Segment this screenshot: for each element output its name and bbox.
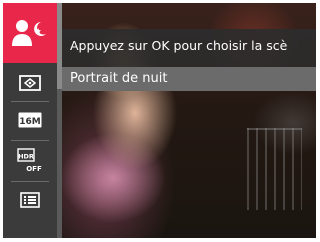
sidebar-divider	[11, 181, 49, 182]
sidebar-divider	[11, 101, 49, 102]
sidebar-item-hdr[interactable]: HDR OFF	[3, 146, 57, 176]
night-portrait-icon	[12, 20, 46, 46]
option-label: Portrait de nuit	[70, 71, 168, 86]
svg-text:HDR: HDR	[18, 153, 34, 161]
instruction-text: Appuyez sur OK pour choisir la scè	[70, 38, 288, 53]
camera-screen: 16M HDR OFF Appuyez sur OK pour choisir …	[3, 3, 316, 238]
menu-list-icon	[20, 192, 40, 208]
mode-sidebar: 16M HDR OFF	[3, 3, 57, 238]
svg-text:OFF: OFF	[26, 165, 42, 173]
image-size-icon: 16M	[18, 112, 42, 128]
sidebar-item-image-size[interactable]: 16M	[3, 107, 57, 133]
svg-text:16M: 16M	[19, 117, 41, 127]
background-fence	[247, 128, 302, 210]
sidebar-item-menu[interactable]	[3, 187, 57, 213]
sidebar-item-metering[interactable]	[3, 71, 57, 95]
sidebar-item-scene-mode[interactable]	[3, 3, 57, 63]
option-night-portrait[interactable]: Portrait de nuit	[62, 67, 316, 91]
metering-icon	[19, 75, 41, 91]
scene-options-panel: Appuyez sur OK pour choisir la scè Portr…	[62, 29, 316, 91]
hdr-off-icon: HDR OFF	[17, 148, 42, 173]
sidebar-divider	[11, 140, 49, 141]
